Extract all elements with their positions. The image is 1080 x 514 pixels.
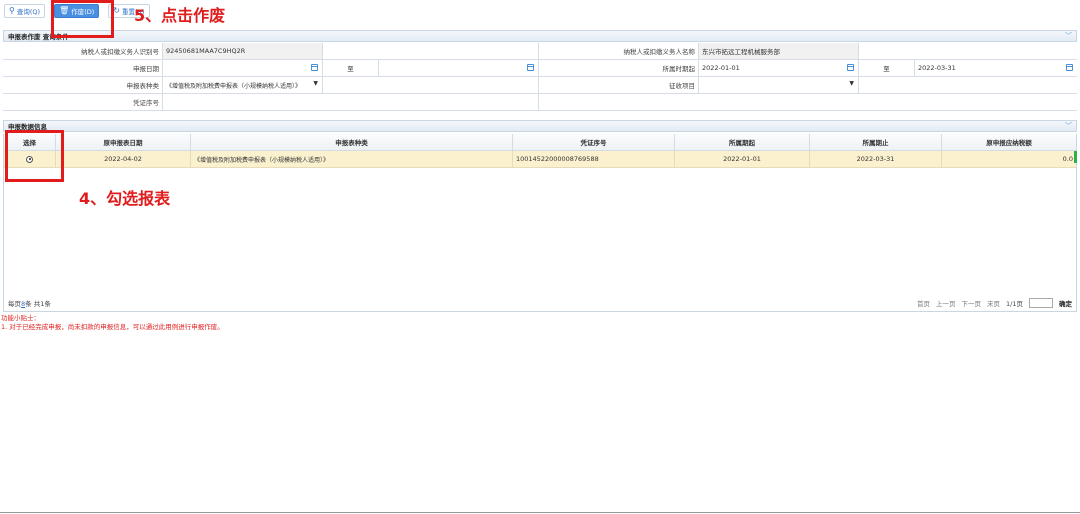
tips-line: 1. 对于已经完成申报，尚未扣款的申报信息，可以通过此用例进行申报作废。 xyxy=(1,323,224,331)
last-page-link[interactable]: 末页 xyxy=(987,298,1000,308)
cell-tax: 0.0 xyxy=(1062,155,1073,163)
search-icon: ⚲ xyxy=(9,6,15,15)
annotation-step4: 4、勾选报表 xyxy=(79,189,171,208)
chevron-down-icon: ﹀ xyxy=(1065,32,1072,40)
form-row-type: 申报表种类 《增值税及附加税费申报表（小规模纳税人适用）》 ▼ 征收项目 ▼ xyxy=(3,77,1077,94)
empty-cell xyxy=(859,77,1077,93)
cell-period-start: 2022-01-01 xyxy=(675,151,810,167)
calendar-icon[interactable] xyxy=(311,64,318,71)
voucher-no-label: 凭证序号 xyxy=(3,94,163,110)
form-row-taxpayer: 纳税人或扣缴义务人识别号 92450681MAA7C9HQ2R 纳税人或扣缴义务… xyxy=(3,43,1077,60)
taxpayer-id-label: 纳税人或扣缴义务人识别号 xyxy=(3,43,163,59)
period-start-input[interactable]: 2022-01-01 xyxy=(699,60,859,76)
annotation-step5: 5、点击作废 xyxy=(134,6,226,25)
taxpayer-name-label: 纳税人或扣缴义务人名称 xyxy=(539,43,699,59)
data-section-header[interactable]: 申报数据信息 ﹀ xyxy=(3,120,1077,132)
declare-date-to-input[interactable] xyxy=(379,60,539,76)
taxpayer-name-field: 东兴市拓远工程机械服务部 xyxy=(699,43,859,59)
to-label: 至 xyxy=(323,60,379,76)
chevron-down-icon: ﹀ xyxy=(1065,122,1072,130)
empty-cell xyxy=(323,43,539,59)
dropdown-arrow-icon: ▼ xyxy=(849,80,854,87)
form-row-dates: 申报日期 至 所属时期起 2022-01-01 至 2022-03-31 xyxy=(3,60,1077,77)
column-header-period-end: 所属期止 xyxy=(810,134,942,150)
confirm-page-button[interactable]: 确定 xyxy=(1059,298,1072,308)
query-form: 纳税人或扣缴义务人识别号 92450681MAA7C9HQ2R 纳税人或扣缴义务… xyxy=(3,43,1077,111)
page-info: 1/1页 xyxy=(1006,300,1023,308)
pager-controls: 首页 上一页 下一页 末页 1/1页 确定 xyxy=(917,298,1072,308)
column-header-form-type: 申报表种类 xyxy=(191,134,513,150)
calendar-icon[interactable] xyxy=(527,64,534,71)
table-row[interactable]: 2022-04-02 《增值税及附加税费申报表（小规模纳税人适用）》 10014… xyxy=(4,151,1076,168)
to-label: 至 xyxy=(859,60,915,76)
annotation-box-void xyxy=(51,0,114,38)
pager: 每页8条 共1条 首页 上一页 下一页 末页 1/1页 确定 xyxy=(4,297,1076,309)
dropdown-arrow-icon: ▼ xyxy=(313,80,318,87)
empty-cell xyxy=(323,77,539,93)
levy-item-label: 征收项目 xyxy=(539,77,699,93)
column-header-voucher: 凭证序号 xyxy=(513,134,675,150)
declare-date-label: 申报日期 xyxy=(3,60,163,76)
declare-date-from-input[interactable] xyxy=(163,60,323,76)
annotation-box-select xyxy=(5,130,64,182)
taxpayer-id-field: 92450681MAA7C9HQ2R xyxy=(163,43,323,59)
scroll-indicator xyxy=(1074,151,1077,163)
grid-header: 选择 原申报表日期 申报表种类 凭证序号 所属期起 所属期止 原申报应纳税额 xyxy=(4,134,1076,151)
column-header-period-start: 所属期起 xyxy=(675,134,810,150)
page-number-input[interactable] xyxy=(1029,298,1053,308)
query-section-header[interactable]: 申报表作废 查询条件 ﹀ xyxy=(3,30,1077,42)
prev-page-link[interactable]: 上一页 xyxy=(936,298,956,308)
pager-summary: 每页8条 共1条 xyxy=(8,300,51,308)
column-header-date: 原申报表日期 xyxy=(56,134,191,150)
first-page-link[interactable]: 首页 xyxy=(917,298,930,308)
cell-period-end: 2022-03-31 xyxy=(810,151,942,167)
cell-voucher: 10014522000008769588 xyxy=(513,151,675,167)
divider xyxy=(0,512,1080,513)
levy-item-select[interactable]: ▼ xyxy=(699,77,859,93)
calendar-icon[interactable] xyxy=(1066,64,1073,71)
query-button-label: 查询(Q) xyxy=(16,8,41,16)
next-page-link[interactable]: 下一页 xyxy=(962,298,982,308)
empty-cell xyxy=(859,43,1077,59)
calendar-icon[interactable] xyxy=(847,64,854,71)
cell-date: 2022-04-02 xyxy=(56,151,191,167)
data-grid: 选择 原申报表日期 申报表种类 凭证序号 所属期起 所属期止 原申报应纳税额 2… xyxy=(3,134,1077,312)
tips: 功能小贴士： 1. 对于已经完成申报，尚未扣款的申报信息，可以通过此用例进行申报… xyxy=(1,314,224,332)
refresh-icon: ↻ xyxy=(113,6,120,15)
form-row-voucher: 凭证序号 xyxy=(3,94,1077,111)
query-button[interactable]: ⚲ 查询(Q) xyxy=(4,4,46,18)
empty-cell xyxy=(539,94,1077,110)
voucher-no-input[interactable] xyxy=(163,94,539,110)
cell-form-type: 《增值税及附加税费申报表（小规模纳税人适用）》 xyxy=(191,151,513,167)
tips-title: 功能小贴士： xyxy=(1,314,40,322)
period-end-input[interactable]: 2022-03-31 xyxy=(915,60,1077,76)
column-header-tax: 原申报应纳税额 xyxy=(986,139,1032,147)
form-type-select[interactable]: 《增值税及附加税费申报表（小规模纳税人适用）》 ▼ xyxy=(163,77,323,93)
form-type-label: 申报表种类 xyxy=(3,77,163,93)
period-start-label: 所属时期起 xyxy=(539,60,699,76)
